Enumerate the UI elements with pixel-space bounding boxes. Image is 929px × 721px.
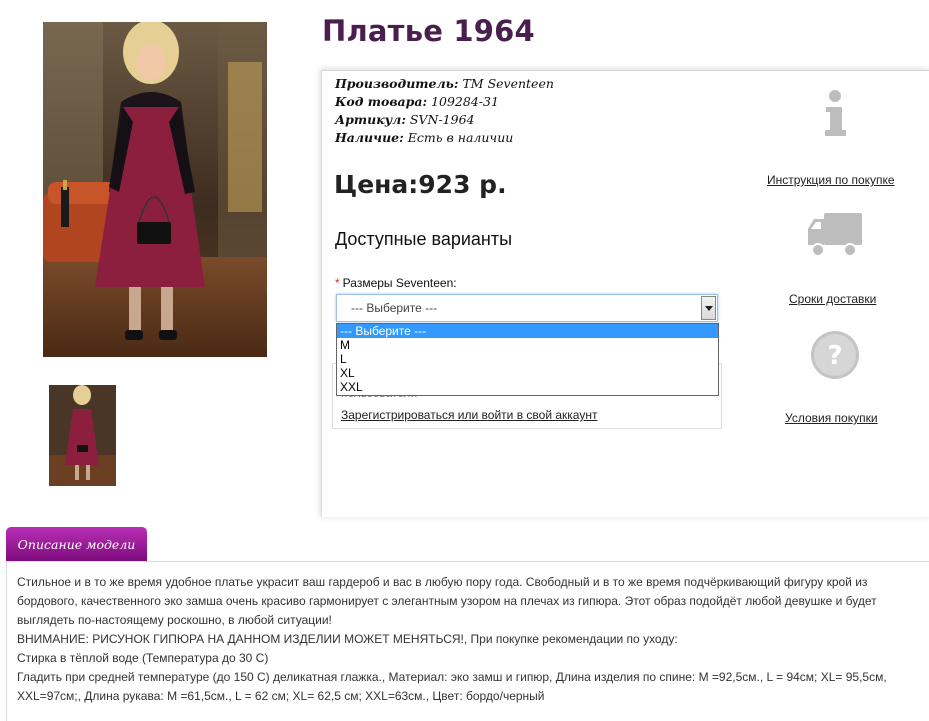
svg-text:?: ? [827, 341, 842, 371]
size-option-l[interactable]: L [337, 352, 718, 366]
description-warning: ВНИМАНИЕ: РИСУНОК ГИПЮРА НА ДАННОМ ИЗДЕЛ… [17, 632, 678, 646]
register-login-link[interactable]: Зарегистрироваться или войти в свой акка… [341, 408, 597, 422]
description-washing: Стирка в тёплой воде (Температура до 30 … [17, 651, 269, 665]
description-details: Гладить при средней температуре (до 150 … [17, 670, 887, 703]
instructions-link[interactable]: Инструкция по покупке [767, 173, 895, 187]
product-photo-image [43, 22, 267, 357]
size-label: * Размеры Seventeen: [335, 276, 457, 290]
spec-manufacturer: Производитель: ТМ Seventeen [335, 76, 554, 91]
product-title: Платье 1964 [322, 14, 535, 48]
spec-article: Артикул: SVN-1964 [335, 112, 475, 127]
tab-description-label: Описание модели [17, 536, 136, 552]
description-panel: Стильное и в то же время удобное платье … [6, 561, 929, 721]
sidebar-instructions[interactable]: Инструкция по покупке [767, 171, 895, 189]
size-option-xxl[interactable]: XXL [337, 380, 718, 394]
size-option-placeholder[interactable]: --- Выберите --- [337, 324, 718, 338]
size-select-value: --- Выберите --- [351, 301, 438, 315]
size-dropdown-list[interactable]: --- Выберите --- M L XL XXL [336, 323, 719, 396]
size-option-m[interactable]: M [337, 338, 718, 352]
sidebar-delivery[interactable]: Сроки доставки [789, 290, 876, 308]
size-option-xl[interactable]: XL [337, 366, 718, 380]
sidebar-terms[interactable]: Условия покупки [785, 409, 878, 427]
terms-link[interactable]: Условия покупки [785, 411, 878, 425]
spec-availability: Наличие: Есть в наличии [335, 130, 514, 145]
info-icon [825, 90, 846, 136]
truck-icon [808, 213, 862, 257]
size-select[interactable]: --- Выберите --- [336, 294, 718, 322]
required-mark: * [335, 276, 340, 290]
chevron-down-icon[interactable] [701, 296, 716, 320]
thumbnail-image [49, 385, 116, 486]
product-specs: Производитель: ТМ Seventeen Код товара: … [335, 75, 554, 147]
variants-heading: Доступные варианты [335, 229, 513, 249]
description-text: Стильное и в то же время удобное платье … [17, 575, 877, 627]
product-thumbnail[interactable] [49, 385, 116, 486]
spec-product-code: Код товара: 109284-31 [335, 94, 499, 109]
product-main-photo[interactable] [43, 22, 267, 357]
question-icon: ? [811, 331, 859, 379]
delivery-link[interactable]: Сроки доставки [789, 292, 876, 306]
product-price: Цена:923 р. [334, 170, 507, 199]
tab-description[interactable]: Описание модели [6, 527, 147, 561]
